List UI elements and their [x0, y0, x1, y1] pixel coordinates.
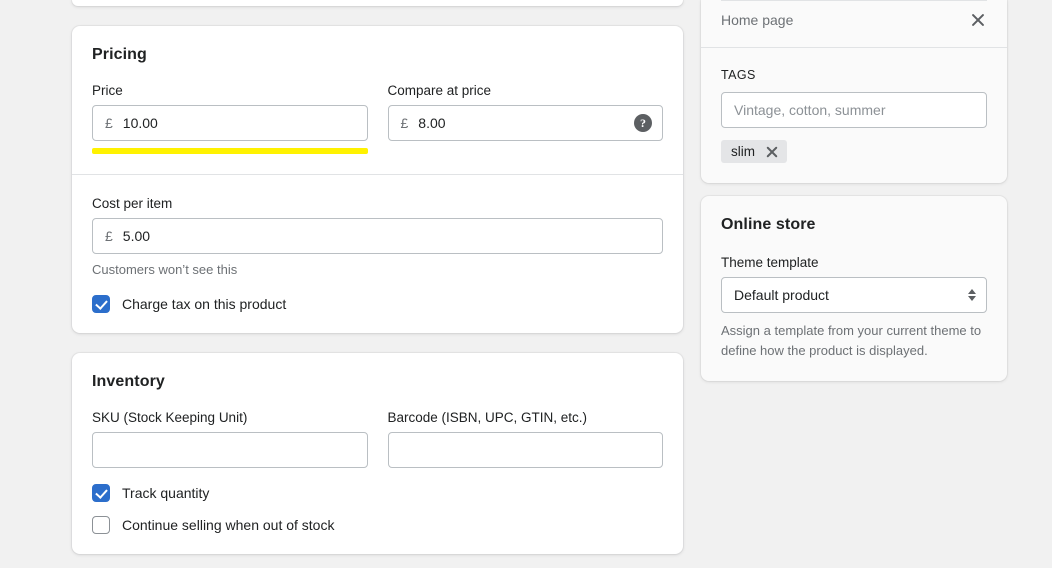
track-quantity-checkbox-row[interactable]: Track quantity: [92, 484, 663, 502]
charge-tax-checkbox[interactable]: [92, 295, 110, 313]
home-page-row[interactable]: Home page: [701, 1, 1007, 47]
charge-tax-checkbox-row[interactable]: Charge tax on this product: [92, 295, 663, 313]
cost-per-item-help-text: Customers won’t see this: [92, 262, 238, 277]
tags-section: TAGS Vintage, cotton, summer slim: [701, 48, 1007, 183]
close-icon[interactable]: [969, 11, 987, 29]
compare-at-price-input[interactable]: £ 8.00 ?: [387, 105, 663, 141]
previous-card-stub: [72, 0, 683, 6]
continue-selling-label: Continue selling when out of stock: [122, 517, 335, 533]
price-label: Price: [92, 83, 123, 98]
inventory-card: Inventory SKU (Stock Keeping Unit) Barco…: [72, 353, 683, 554]
product-editor-page: Pricing Price £ 10.00 Compare at price £…: [0, 0, 1052, 568]
continue-selling-checkbox[interactable]: [92, 516, 110, 534]
track-quantity-label: Track quantity: [122, 485, 210, 501]
help-circle-icon[interactable]: ?: [634, 114, 652, 132]
home-page-label: Home page: [721, 12, 794, 28]
pricing-title: Pricing: [92, 46, 147, 63]
sku-label: SKU (Stock Keeping Unit): [92, 410, 248, 425]
cost-per-item-input[interactable]: £ 5.00: [92, 218, 663, 254]
track-quantity-checkbox[interactable]: [92, 484, 110, 502]
tags-input[interactable]: Vintage, cotton, summer: [721, 92, 987, 128]
pricing-top-section: Pricing Price £ 10.00 Compare at price £…: [72, 26, 683, 174]
tag-remove-close-icon[interactable]: [765, 145, 779, 159]
sales-channels-card: Home page TAGS Vintage, cotton, summer s…: [701, 0, 1007, 183]
theme-template-value: Default product: [734, 287, 829, 303]
compare-at-price-field-group: Compare at price £ 8.00 ?: [387, 82, 663, 154]
tags-caption: TAGS: [721, 68, 756, 82]
tag-chip[interactable]: slim: [721, 140, 787, 163]
barcode-label: Barcode (ISBN, UPC, GTIN, etc.): [387, 410, 588, 425]
price-highlight-marker: [92, 148, 368, 154]
online-store-title: Online store: [721, 216, 816, 233]
cost-per-item-currency-symbol: £: [105, 228, 113, 244]
online-store-help-text: Assign a template from your current them…: [721, 323, 982, 358]
online-store-card: Online store Theme template Default prod…: [701, 196, 1007, 381]
barcode-field-group: Barcode (ISBN, UPC, GTIN, etc.): [387, 409, 663, 468]
price-value: 10.00: [122, 115, 158, 131]
theme-template-label: Theme template: [721, 255, 819, 270]
price-field-group: Price £ 10.00: [92, 82, 368, 154]
continue-selling-checkbox-row[interactable]: Continue selling when out of stock: [92, 516, 663, 534]
inventory-section: Inventory SKU (Stock Keeping Unit) Barco…: [72, 353, 683, 554]
compare-at-price-value: 8.00: [418, 115, 446, 131]
price-currency-symbol: £: [105, 115, 113, 131]
pricing-card: Pricing Price £ 10.00 Compare at price £…: [72, 26, 683, 333]
sidebar-column: Home page TAGS Vintage, cotton, summer s…: [701, 0, 1007, 381]
cost-per-item-label: Cost per item: [92, 196, 173, 211]
sku-field-group: SKU (Stock Keeping Unit): [92, 409, 368, 468]
charge-tax-label: Charge tax on this product: [122, 296, 287, 312]
compare-at-price-label: Compare at price: [387, 83, 492, 98]
cost-per-item-value: 5.00: [122, 228, 151, 244]
chevron-updown-icon[interactable]: [968, 289, 976, 301]
tags-input-placeholder: Vintage, cotton, summer: [734, 102, 886, 118]
tag-chip-label: slim: [731, 144, 755, 159]
main-column: Pricing Price £ 10.00 Compare at price £…: [72, 0, 683, 554]
sku-input[interactable]: [92, 432, 368, 468]
compare-at-price-currency-symbol: £: [400, 115, 409, 131]
inventory-title: Inventory: [92, 373, 165, 390]
theme-template-select[interactable]: Default product: [721, 277, 987, 313]
barcode-input[interactable]: [387, 432, 663, 468]
pricing-bottom-section: Cost per item £ 5.00 Customers won’t see…: [72, 175, 683, 333]
price-input[interactable]: £ 10.00: [92, 105, 368, 141]
